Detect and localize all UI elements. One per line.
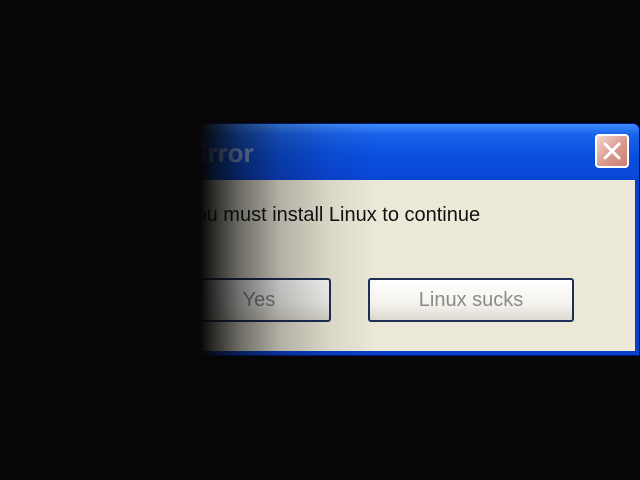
- error-dialog: Error You must install Linux to continue…: [150, 124, 639, 355]
- dialog-message: You must install Linux to continue: [184, 204, 481, 226]
- dialog-title: Error: [190, 138, 254, 168]
- dialog-titlebar[interactable]: Error: [150, 124, 639, 180]
- yes-button[interactable]: Yes: [187, 278, 331, 322]
- dialog-body: You must install Linux to continue Yes L…: [154, 180, 635, 351]
- close-button[interactable]: [595, 134, 629, 168]
- close-icon: [603, 142, 621, 160]
- linux-sucks-button[interactable]: Linux sucks: [368, 278, 574, 322]
